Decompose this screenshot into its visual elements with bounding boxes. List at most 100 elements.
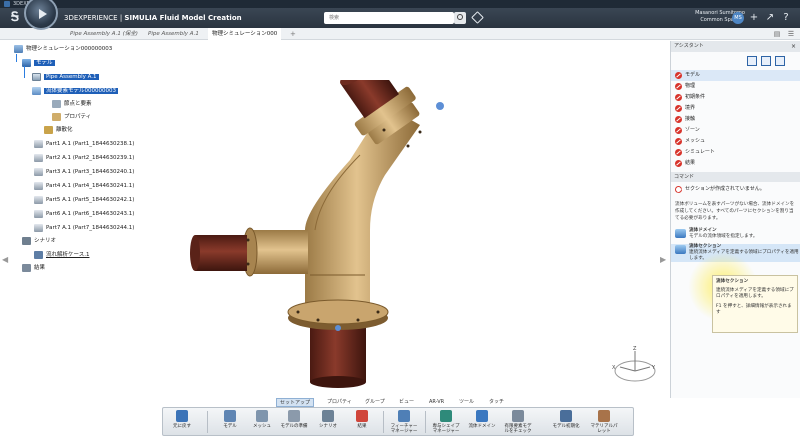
undo-button[interactable]: 元に戻す xyxy=(167,410,197,429)
help-icon[interactable]: ? xyxy=(780,12,792,24)
view-list-icon[interactable] xyxy=(747,56,757,66)
scenario-button[interactable]: シナリオ xyxy=(313,410,343,429)
search-icon[interactable] xyxy=(454,12,466,24)
mesh-button[interactable]: メッシュ xyxy=(247,410,277,429)
share-icon[interactable]: ↗ xyxy=(764,12,776,24)
step-boundary[interactable]: 境界 xyxy=(671,103,800,114)
tree-model[interactable]: モデル xyxy=(22,58,55,68)
tree-results[interactable]: 結果 xyxy=(22,263,45,273)
step-model[interactable]: モデル xyxy=(671,70,800,81)
tab-tools[interactable]: ツール xyxy=(456,398,477,407)
results-button[interactable]: 結果 xyxy=(347,410,377,429)
case-icon xyxy=(34,250,43,259)
tree-mesh[interactable]: 離散化 xyxy=(44,125,73,135)
tab-physics-simulation[interactable]: 物理シミュレーション000 xyxy=(208,28,282,40)
fluid-model-icon xyxy=(32,86,41,95)
tree-connector xyxy=(24,66,25,78)
tab-bar: Pipe Assembly A.1 (保全) Pipe Assembly A.1… xyxy=(0,28,800,40)
step-zone[interactable]: ゾーン xyxy=(671,125,800,136)
tab-menu-icon[interactable]: ☰ xyxy=(786,29,796,39)
app-title: 3DEXPERIENCE | SIMULIA Fluid Model Creat… xyxy=(64,14,242,22)
model-init-button[interactable]: モデル初期化 xyxy=(551,410,581,429)
collapse-right-icon[interactable]: ▶ xyxy=(660,255,666,264)
material-palette-button[interactable]: マテリアルパレット xyxy=(589,410,619,434)
tree-assembly[interactable]: Pipe Assembly A.1 xyxy=(32,72,99,82)
tree-part[interactable]: Part3 A.1 (Part3_1844630240.1) xyxy=(34,167,134,177)
action-bar: 元に戻す モデル メッシュ モデルの準備 シナリオ 結果 フィーチャーマネージャ… xyxy=(162,407,634,436)
results-icon xyxy=(356,410,368,422)
simulation-icon xyxy=(14,44,23,53)
table-icon[interactable] xyxy=(775,56,785,66)
assistant-note: 流体ボリュームを表すパーツがない場合、流体ドメインを作成してください。すべてのパ… xyxy=(675,202,795,221)
nodes-icon xyxy=(52,99,61,108)
tree-part[interactable]: Part7 A.1 (Part7_1844630244.1) xyxy=(34,223,134,233)
error-icon xyxy=(675,105,682,112)
axis-x-label: X xyxy=(612,365,616,371)
app-mini-icon xyxy=(4,0,10,7)
tree-property[interactable]: プロパティ xyxy=(52,112,91,122)
shape-manager-icon xyxy=(440,410,452,422)
tree-connector xyxy=(16,54,17,62)
tab-list-icon[interactable]: ▤ xyxy=(772,29,782,39)
part-icon xyxy=(34,181,43,190)
fluid-domain-icon xyxy=(476,410,488,422)
step-initial-conditions[interactable]: 初期条件 xyxy=(671,92,800,103)
model-prep-button[interactable]: モデルの準備 xyxy=(279,410,309,429)
shape-manager-button[interactable]: 専与シェイプマネージャー xyxy=(431,410,461,434)
feature-manager-button[interactable]: フィーチャーマネージャー xyxy=(389,410,419,434)
pipe-assembly-model[interactable] xyxy=(170,80,490,390)
tab-properties[interactable]: プロパティ xyxy=(324,398,355,407)
search-input[interactable]: 検索 xyxy=(324,12,454,24)
tree-case[interactable]: 流れ解析ケース.1 xyxy=(34,250,89,260)
warning-icon xyxy=(675,186,682,193)
tree-part[interactable]: Part2 A.1 (Part2_1844630239.1) xyxy=(34,153,134,163)
fluid-section-command[interactable]: 流体セクション 連続流体メディアを定義する領域にプロパティを適用します。 xyxy=(671,244,800,262)
step-results[interactable]: 結果 xyxy=(671,158,800,169)
tab-view[interactable]: ビュー xyxy=(396,398,417,407)
fluid-domain-icon xyxy=(675,229,686,238)
tree-points[interactable]: 節点と要素 xyxy=(52,99,92,109)
part-icon xyxy=(34,195,43,204)
tree-part[interactable]: Part1 A.1 (Part1_1844630238.1) xyxy=(34,139,134,149)
axis-triad[interactable]: Z X Y xyxy=(610,345,660,395)
add-icon[interactable]: + xyxy=(748,12,760,24)
mesh-icon xyxy=(256,410,268,422)
fluid-domain-button[interactable]: 流体ドメイン xyxy=(467,410,497,429)
tree-root[interactable]: 物理シミュレーション000000003 xyxy=(14,44,112,54)
tab-touch[interactable]: タッチ xyxy=(486,398,507,407)
section-warning: セクションが作成されていません。 xyxy=(671,184,800,195)
tree-scenario[interactable]: シナリオ xyxy=(22,236,56,246)
assistant-header: アシスタント × xyxy=(671,41,800,52)
mesh-icon xyxy=(44,125,53,134)
assistant-panel: アシスタント × モデル 物理 初期条件 境界 接触 ゾーン メッシュ シミュレー… xyxy=(670,41,800,398)
ds-logo-icon[interactable]: Ꭶ xyxy=(4,9,26,27)
info-icon[interactable] xyxy=(761,56,771,66)
check-fe-model-button[interactable]: 有限要素モデルをチェック xyxy=(503,410,533,434)
step-physics[interactable]: 物理 xyxy=(671,81,800,92)
assembly-icon xyxy=(32,72,41,81)
model-button[interactable]: モデル xyxy=(215,410,245,429)
tab-setup[interactable]: セットアップ xyxy=(276,398,315,407)
tab-pipe-assembly-protected[interactable]: Pipe Assembly A.1 (保全) xyxy=(70,28,138,40)
collapse-left-icon[interactable]: ◀ xyxy=(2,255,8,264)
tag-icon[interactable] xyxy=(471,11,484,24)
avatar[interactable]: MS xyxy=(732,12,744,24)
tab-groups[interactable]: グループ xyxy=(362,398,388,407)
new-tab-icon[interactable]: + xyxy=(290,28,296,40)
step-simulate[interactable]: シミュレート xyxy=(671,147,800,158)
assistant-toolbar xyxy=(671,52,800,70)
step-mesh[interactable]: メッシュ xyxy=(671,136,800,147)
tree-part[interactable]: Part6 A.1 (Part6_1844630243.1) xyxy=(34,209,134,219)
tree-flow-model[interactable]: 流体要素モデル000000003 xyxy=(32,86,118,96)
property-icon xyxy=(52,112,61,121)
tab-pipe-assembly[interactable]: Pipe Assembly A.1 xyxy=(148,28,199,40)
tree-part[interactable]: Part4 A.1 (Part4_1844630241.1) xyxy=(34,181,134,191)
tab-ar-vr[interactable]: AR-VR xyxy=(426,398,447,407)
commands-header: コマンド xyxy=(671,172,800,182)
fluid-domain-command[interactable]: 流体ドメイン モデルの流体領域を指定します。 xyxy=(671,228,800,240)
material-palette-icon xyxy=(598,410,610,422)
tree-part[interactable]: Part5 A.1 (Part5_1844630242.1) xyxy=(34,195,134,205)
error-icon xyxy=(675,94,682,101)
step-contact[interactable]: 接触 xyxy=(671,114,800,125)
close-icon[interactable]: × xyxy=(791,41,796,52)
